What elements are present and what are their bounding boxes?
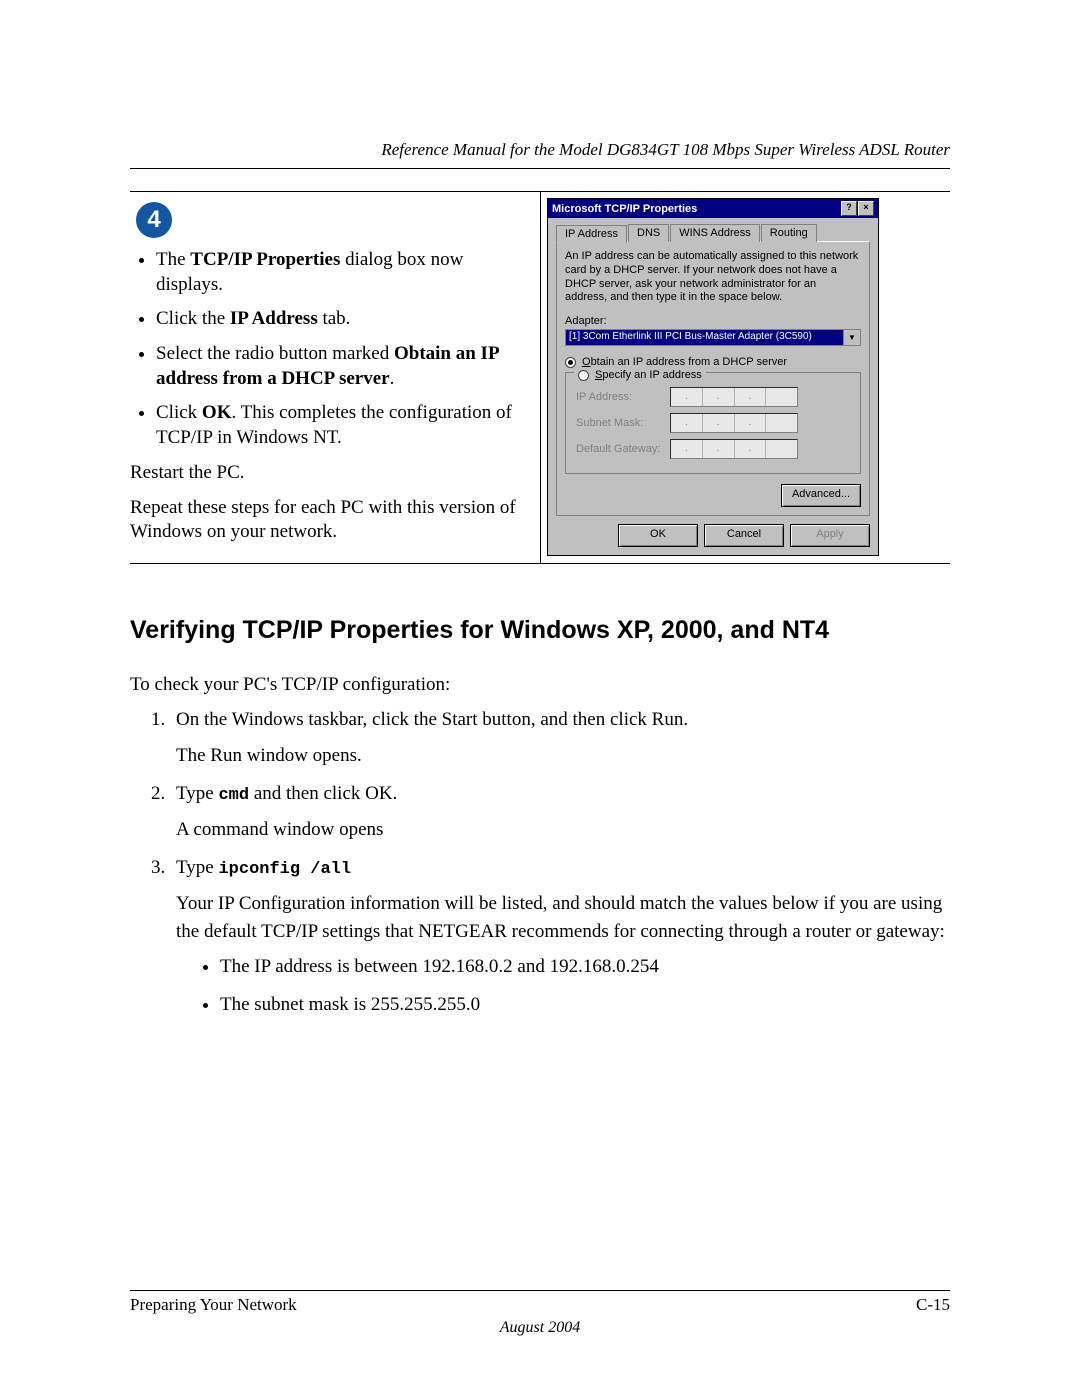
step-screenshot: Microsoft TCP/IP Properties ? × IP Addre… — [540, 192, 950, 563]
tab-ip-address[interactable]: IP Address — [556, 225, 627, 243]
dialog-tabs: IP Address DNS WINS Address Routing — [556, 224, 870, 242]
tab-wins-address[interactable]: WINS Address — [670, 224, 760, 242]
tab-dns[interactable]: DNS — [628, 224, 669, 242]
step-number-badge: 4 — [136, 202, 172, 238]
result-sublist: The IP address is between 192.168.0.2 an… — [176, 953, 950, 1018]
adapter-select[interactable]: [1] 3Com Etherlink III PCI Bus-Master Ad… — [565, 329, 861, 346]
default-gateway-field: Default Gateway: ... — [576, 439, 850, 459]
step-paragraph: Repeat these steps for each PC with this… — [130, 496, 534, 545]
tcpip-properties-dialog: Microsoft TCP/IP Properties ? × IP Addre… — [547, 198, 879, 556]
footer-rule — [130, 1290, 950, 1291]
adapter-label: Adapter: — [565, 315, 861, 327]
adapter-value: [1] 3Com Etherlink III PCI Bus-Master Ad… — [566, 330, 843, 345]
tab-routing[interactable]: Routing — [761, 224, 817, 242]
ip-address-field: IP Address: ... — [576, 387, 850, 407]
intro-paragraph: To check your PC's TCP/IP configuration: — [130, 671, 950, 699]
step-instructions: 4 The TCP/IP Properties dialog box now d… — [130, 192, 540, 563]
dialog-titlebar: Microsoft TCP/IP Properties ? × — [548, 199, 878, 218]
step-bullet: The TCP/IP Properties dialog box now dis… — [156, 248, 534, 297]
step-item: Type ipconfig /all Your IP Configuration… — [170, 854, 950, 1019]
step-row: 4 The TCP/IP Properties dialog box now d… — [130, 191, 950, 564]
ip-input[interactable]: ... — [670, 413, 798, 433]
subnet-mask-field: Subnet Mask: ... — [576, 413, 850, 433]
header-rule — [130, 168, 950, 169]
help-icon[interactable]: ? — [841, 201, 857, 216]
ok-button[interactable]: OK — [618, 524, 698, 547]
step-bullet-list: The TCP/IP Properties dialog box now dis… — [130, 248, 534, 451]
tab-panel-ip-address: An IP address can be automatically assig… — [556, 241, 870, 516]
radio-icon — [565, 357, 576, 368]
footer-left: Preparing Your Network — [130, 1295, 297, 1315]
chevron-down-icon[interactable]: ▼ — [843, 330, 860, 345]
section-heading: Verifying TCP/IP Properties for Windows … — [130, 616, 950, 645]
close-icon[interactable]: × — [858, 201, 874, 216]
advanced-button[interactable]: Advanced... — [781, 484, 861, 507]
footer-date: August 2004 — [130, 1319, 950, 1337]
dialog-title: Microsoft TCP/IP Properties — [552, 203, 697, 215]
ip-input[interactable]: ... — [670, 439, 798, 459]
step-item: Type cmd and then click OK. A command wi… — [170, 780, 950, 844]
cancel-button[interactable]: Cancel — [704, 524, 784, 547]
radio-obtain-dhcp[interactable]: Obtain an IP address from a DHCP server — [565, 356, 861, 368]
radio-specify-ip[interactable]: Specify an IP address — [595, 369, 702, 381]
step-bullet: Click OK. This completes the configurati… — [156, 401, 534, 450]
page-footer: Preparing Your Network C-15 — [130, 1295, 950, 1315]
specify-ip-groupbox: Specify an IP address IP Address: ... Su… — [565, 372, 861, 474]
step-item: On the Windows taskbar, click the Start … — [170, 706, 950, 769]
radio-icon — [578, 370, 589, 381]
dialog-note: An IP address can be automatically assig… — [565, 250, 861, 305]
result-subitem: The IP address is between 192.168.0.2 an… — [220, 953, 950, 981]
result-subitem: The subnet mask is 255.255.255.0 — [220, 991, 950, 1019]
step-bullet: Select the radio button marked Obtain an… — [156, 342, 534, 391]
ip-input[interactable]: ... — [670, 387, 798, 407]
running-header: Reference Manual for the Model DG834GT 1… — [130, 140, 950, 160]
footer-right: C-15 — [916, 1295, 950, 1315]
step-paragraph: Restart the PC. — [130, 461, 534, 486]
ip-mode-radio-group: Obtain an IP address from a DHCP server … — [565, 356, 861, 474]
verification-steps: On the Windows taskbar, click the Start … — [130, 706, 950, 1028]
step-bullet: Click the IP Address tab. — [156, 307, 534, 332]
apply-button[interactable]: Apply — [790, 524, 870, 547]
